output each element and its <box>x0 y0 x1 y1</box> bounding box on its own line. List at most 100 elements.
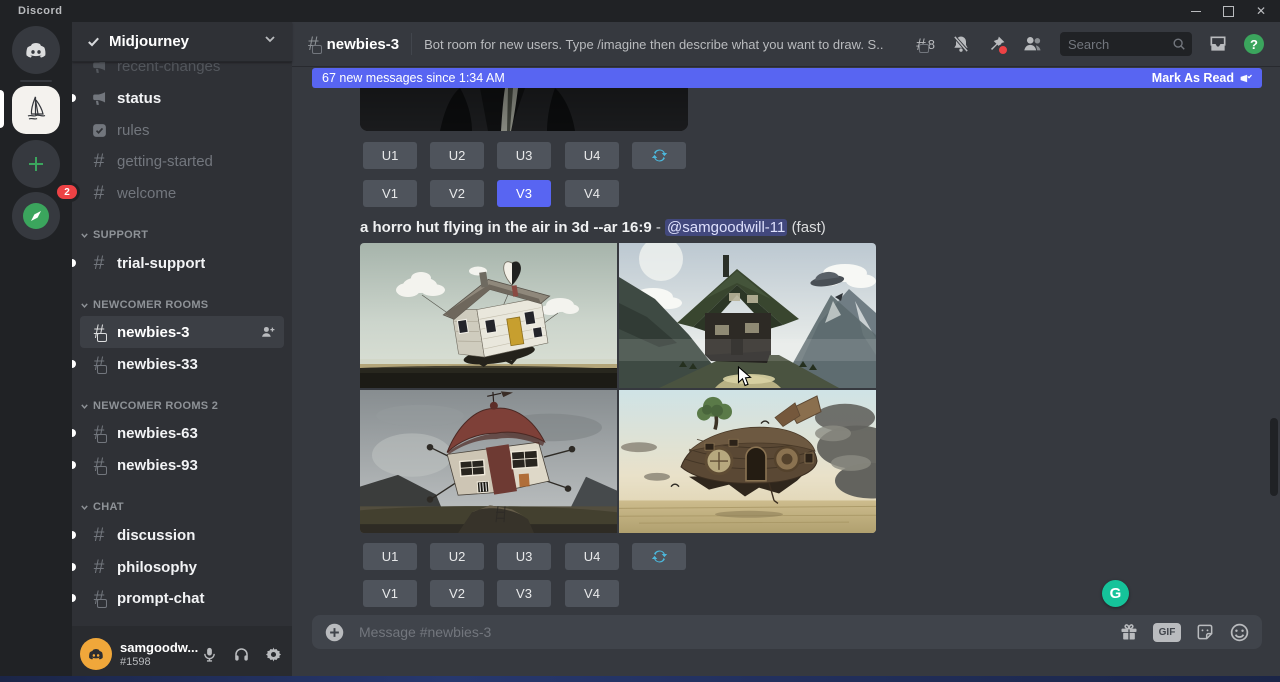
minimize-button[interactable] <box>1191 11 1201 12</box>
v2-button-msg2[interactable]: V2 <box>430 580 484 607</box>
sticker-button[interactable] <box>1195 622 1215 642</box>
sidebar-item-newbies-33[interactable]: # newbies-33 <box>80 348 284 380</box>
help-button[interactable]: ? <box>1244 34 1264 54</box>
verified-check-icon <box>86 34 101 49</box>
hash-bubble-icon: # <box>88 355 110 374</box>
pinned-messages-button[interactable] <box>987 35 1006 54</box>
sailboat-icon <box>19 93 53 127</box>
server-rail: 2 <box>0 22 72 682</box>
attach-file-button[interactable] <box>324 622 345 643</box>
grid-image-4[interactable] <box>619 390 876 533</box>
taskbar-edge <box>0 676 1280 682</box>
chevron-down-icon <box>80 503 89 512</box>
hash-icon: # <box>88 558 110 577</box>
notifications-muted-button[interactable] <box>951 34 971 54</box>
threads-button[interactable]: # 8 <box>916 36 935 53</box>
server-icon-midjourney[interactable]: 2 <box>12 86 60 134</box>
category-newcomer-rooms-2[interactable]: NEWCOMER ROOMS 2 <box>80 396 284 416</box>
mark-as-read-button[interactable]: Mark As Read <box>1152 71 1252 85</box>
search-box[interactable] <box>1060 32 1192 56</box>
u4-button-msg2[interactable]: U4 <box>565 543 619 570</box>
v4-button-msg1[interactable]: V4 <box>565 180 619 207</box>
mode-text: (fast) <box>792 219 826 236</box>
create-invite-icon[interactable] <box>260 324 276 340</box>
gift-button[interactable] <box>1119 622 1139 642</box>
v2-button-msg1[interactable]: V2 <box>430 180 484 207</box>
u1-button-msg2[interactable]: U1 <box>363 543 417 570</box>
category-newcomer-rooms[interactable]: NEWCOMER ROOMS <box>80 295 284 315</box>
prompt-text: a horro hut flying in the air in 3d --ar… <box>360 219 652 236</box>
inbox-button[interactable] <box>1208 34 1228 54</box>
unread-pill <box>72 259 76 267</box>
pin-notification-dot <box>997 44 1009 56</box>
unread-pill <box>72 360 76 368</box>
search-input[interactable] <box>1066 36 1172 53</box>
hash-bubble-icon: # <box>88 323 110 342</box>
compass-icon <box>21 201 51 231</box>
new-messages-banner[interactable]: 67 new messages since 1:34 AM Mark As Re… <box>312 68 1262 88</box>
unread-pill <box>72 563 76 571</box>
inbox-icon <box>1208 34 1228 54</box>
gif-button[interactable]: GIF <box>1153 623 1181 642</box>
sidebar-item-status[interactable]: status <box>80 82 284 114</box>
emoji-button[interactable] <box>1229 622 1250 643</box>
u3-button-msg1[interactable]: U3 <box>497 142 551 169</box>
channel-topic[interactable]: Bot room for new users. Type /imagine th… <box>424 37 883 52</box>
sidebar-item-philosophy[interactable]: # philosophy <box>80 551 284 583</box>
grid-image-1[interactable] <box>360 243 617 388</box>
discord-home-button[interactable] <box>12 26 60 74</box>
chat-scrollbar[interactable] <box>1270 418 1278 496</box>
midjourney-image-grid[interactable] <box>360 243 876 533</box>
user-settings-button[interactable] <box>262 643 284 665</box>
sidebar-item-prompt-chat[interactable]: # prompt-chat <box>80 582 284 614</box>
reroll-button-msg2[interactable] <box>632 543 686 570</box>
sidebar-item-newbies-63[interactable]: # newbies-63 <box>80 417 284 449</box>
server-header[interactable]: Midjourney <box>72 22 292 62</box>
sidebar-item-trial-support[interactable]: # trial-support <box>80 247 284 279</box>
search-icon <box>1172 37 1186 51</box>
category-support[interactable]: SUPPORT <box>80 225 284 245</box>
u3-button-msg2[interactable]: U3 <box>497 543 551 570</box>
sidebar-item-welcome[interactable]: # welcome <box>80 177 284 209</box>
avatar[interactable] <box>80 638 112 670</box>
unread-pill <box>72 461 76 469</box>
unread-pill <box>72 429 76 437</box>
add-server-button[interactable] <box>12 140 60 188</box>
sidebar-item-newbies-93[interactable]: # newbies-93 <box>80 449 284 481</box>
maximize-button[interactable] <box>1223 6 1234 17</box>
v3-button-msg1[interactable]: V3 <box>497 180 551 207</box>
grammarly-icon[interactable]: G <box>1102 580 1129 607</box>
discord-logo-icon <box>86 644 106 664</box>
v4-button-msg2[interactable]: V4 <box>565 580 619 607</box>
v3-button-msg2[interactable]: V3 <box>497 580 551 607</box>
message-input[interactable] <box>357 623 1119 641</box>
sidebar-item-rules[interactable]: rules <box>80 114 284 146</box>
grid-image-3[interactable] <box>360 390 617 533</box>
previous-message-image[interactable] <box>360 88 688 131</box>
u1-button-msg1[interactable]: U1 <box>363 142 417 169</box>
explore-servers-button[interactable] <box>12 192 60 240</box>
hash-icon: # <box>88 254 110 273</box>
user-info[interactable]: samgoodw... #1598 <box>120 640 198 668</box>
u4-button-msg1[interactable]: U4 <box>565 142 619 169</box>
category-chat[interactable]: CHAT <box>80 497 284 517</box>
user-panel: samgoodw... #1598 <box>72 626 292 682</box>
sidebar-item-discussion[interactable]: # discussion <box>80 519 284 551</box>
sidebar-item-getting-started[interactable]: # getting-started <box>80 145 284 177</box>
u2-button-msg2[interactable]: U2 <box>430 543 484 570</box>
reroll-button-msg1[interactable] <box>632 142 686 169</box>
hash-bubble-icon: # <box>88 456 110 475</box>
close-button[interactable]: ✕ <box>1256 5 1266 17</box>
v1-button-msg2[interactable]: V1 <box>363 580 417 607</box>
member-list-button[interactable] <box>1022 33 1044 55</box>
sidebar-item-newbies-3[interactable]: # newbies-3 <box>80 316 284 348</box>
v1-button-msg1[interactable]: V1 <box>363 180 417 207</box>
plus-icon <box>25 153 47 175</box>
message-input-bar: GIF <box>312 615 1262 649</box>
u2-button-msg1[interactable]: U2 <box>430 142 484 169</box>
user-mention[interactable]: @samgoodwill-11 <box>665 219 787 236</box>
deafen-button[interactable] <box>230 643 252 665</box>
hash-icon: # <box>88 184 110 203</box>
hash-icon: # <box>88 152 110 171</box>
mute-mic-button[interactable] <box>198 643 220 665</box>
